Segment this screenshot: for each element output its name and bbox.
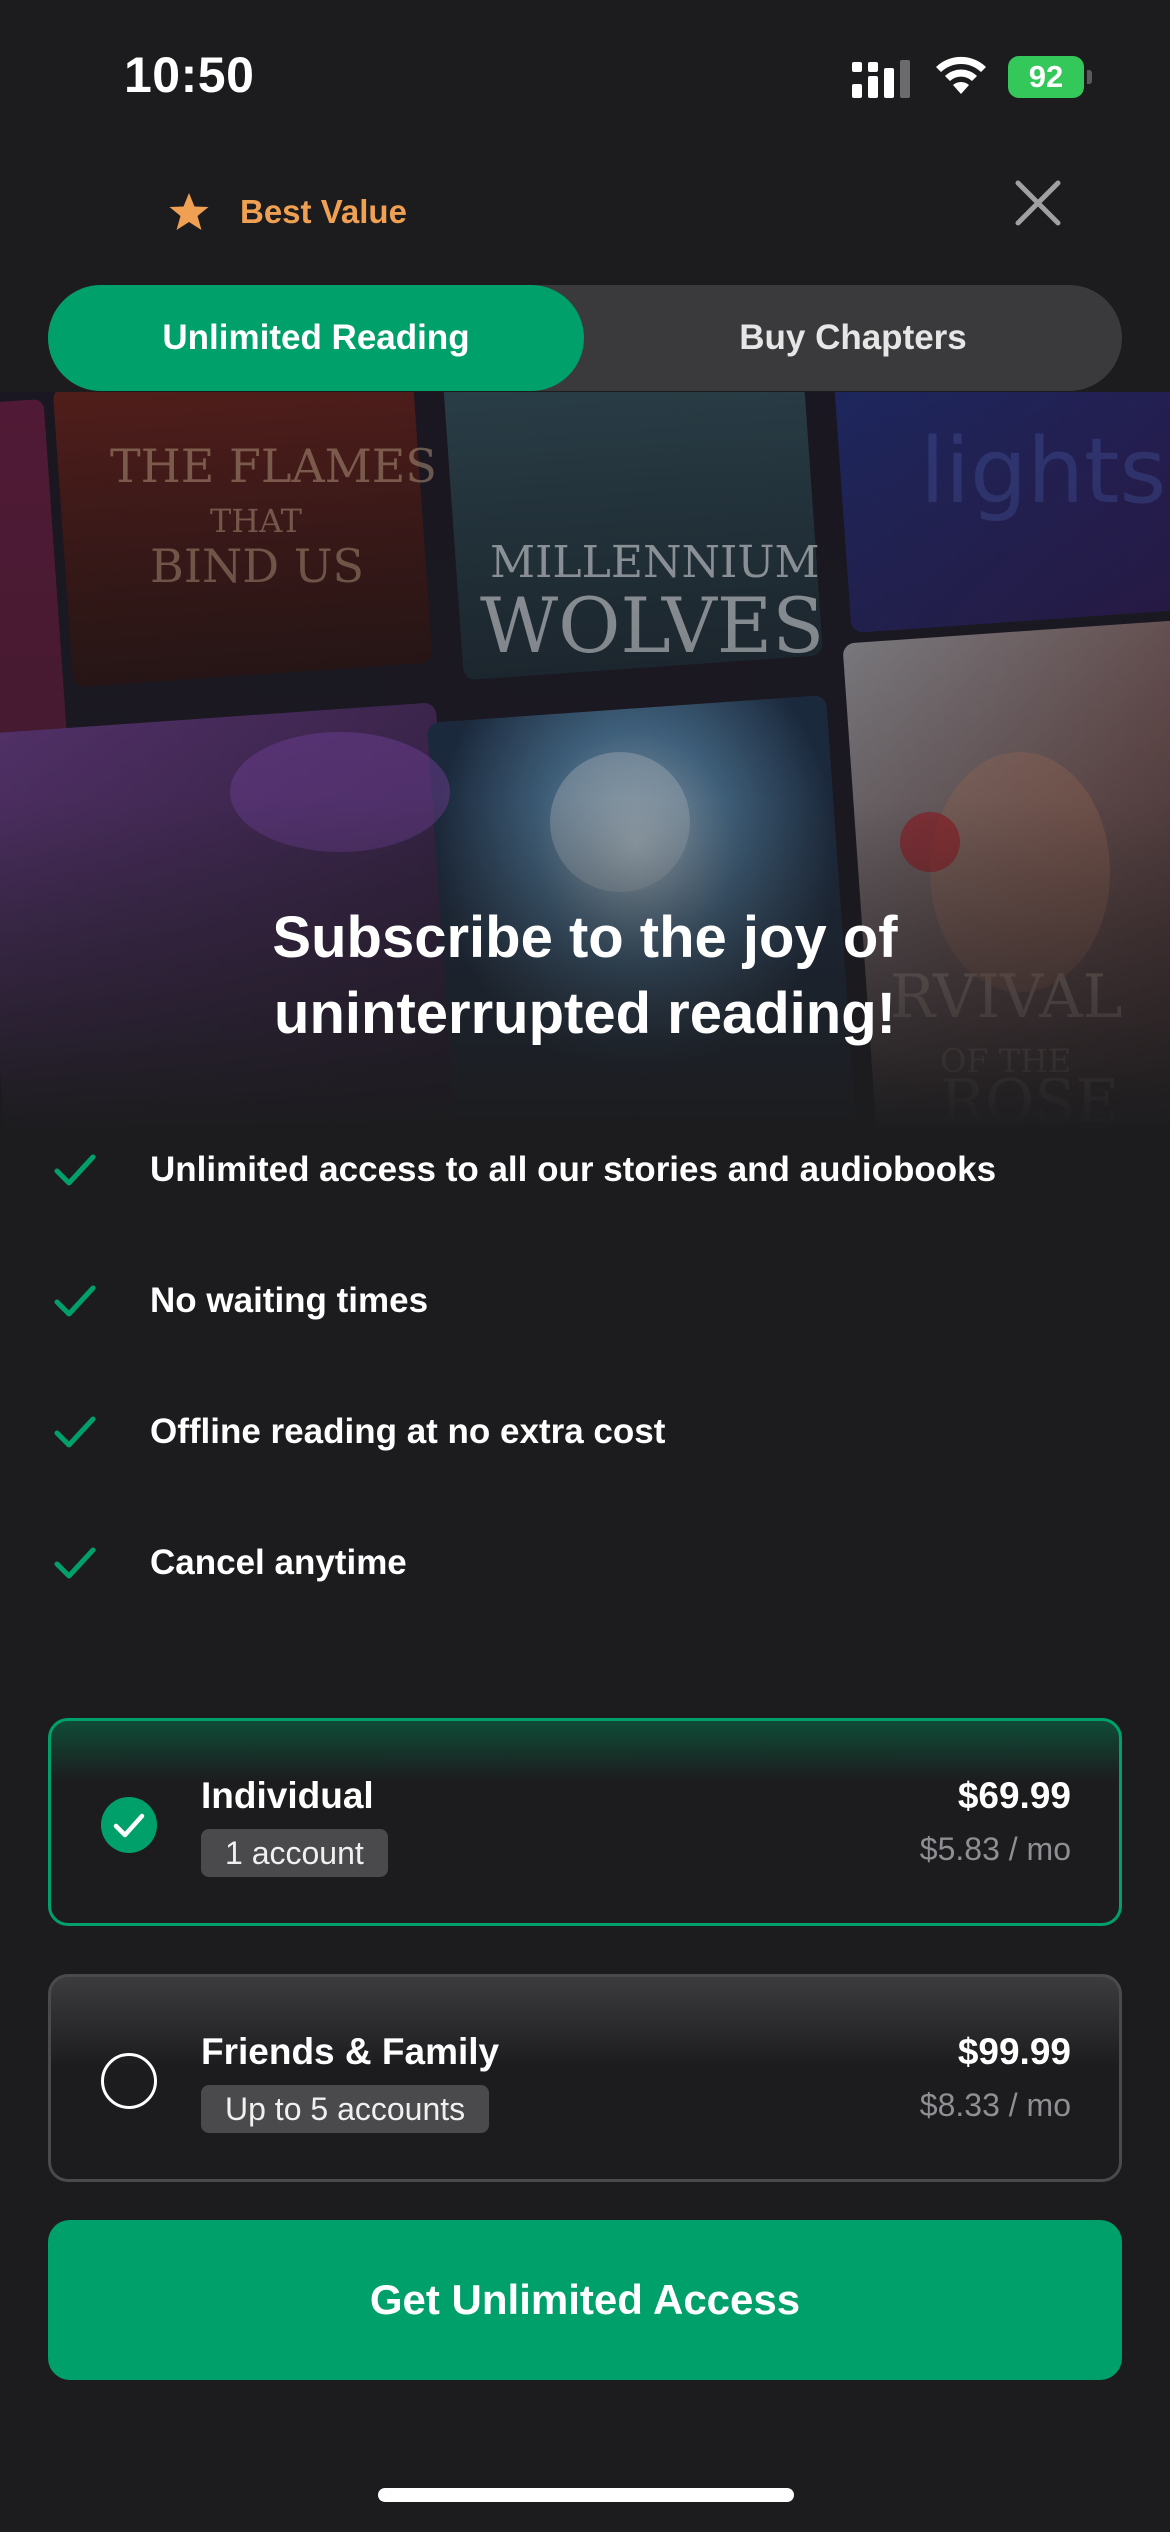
feature-text: Cancel anytime <box>150 1543 407 1582</box>
plan-accounts-badge: Up to 5 accounts <box>201 2085 490 2133</box>
cellular-signal-icon <box>852 60 910 98</box>
star-icon <box>169 193 209 230</box>
plan-option-individual[interactable]: Individual 1 account $69.99 $5.83 / mo <box>48 1718 1122 1926</box>
list-item: No waiting times <box>0 1271 1170 1331</box>
feature-text: No waiting times <box>150 1281 429 1320</box>
radio-selected-icon[interactable] <box>101 1797 157 1853</box>
radio-unselected-icon[interactable] <box>101 2053 157 2109</box>
home-indicator[interactable] <box>378 2488 794 2502</box>
plan-name: Individual <box>201 1775 374 1816</box>
list-item: Offline reading at no extra cost <box>0 1402 1170 1462</box>
status-time: 10:50 <box>124 47 255 103</box>
feature-text: Offline reading at no extra cost <box>150 1412 666 1451</box>
tab-unlimited-reading[interactable]: Unlimited Reading <box>48 285 584 391</box>
hero-title-line-1: Subscribe to the joy of <box>272 905 898 970</box>
list-item: Unlimited access to all our stories and … <box>0 1140 1170 1200</box>
checkmark-icon <box>54 1547 96 1579</box>
battery-percent: 92 <box>1028 59 1064 94</box>
feature-text: Unlimited access to all our stories and … <box>150 1150 997 1189</box>
tab-buy-chapters[interactable]: Buy Chapters <box>584 285 1122 391</box>
best-value-header: Best Value <box>168 188 407 236</box>
hero-title: Subscribe to the joy of uninterrupted re… <box>0 900 1170 1052</box>
plan-accounts-badge: 1 account <box>201 1829 388 1877</box>
best-value-label: Best Value <box>240 193 407 230</box>
hero-title-line-2: uninterrupted reading! <box>274 981 896 1046</box>
get-unlimited-access-button[interactable]: Get Unlimited Access <box>48 2220 1122 2380</box>
checkmark-icon <box>54 1416 96 1448</box>
plan-type-tabs: Unlimited Reading Buy Chapters <box>48 285 1122 391</box>
plan-monthly-price: $8.33 / mo <box>919 2087 1071 2123</box>
battery-nub <box>1087 70 1092 84</box>
subscription-paywall-screen: 10:50 92 Best Value Unlimited Reading Bu… <box>0 0 1170 2532</box>
plan-option-friends-family[interactable]: Friends & Family Up to 5 accounts $99.99… <box>48 1974 1122 2182</box>
checkmark-icon <box>54 1285 96 1317</box>
wifi-icon <box>936 56 986 94</box>
list-item: Cancel anytime <box>0 1533 1170 1593</box>
plan-monthly-price: $5.83 / mo <box>919 1831 1071 1867</box>
checkmark-icon <box>54 1154 96 1186</box>
plan-price: $69.99 <box>957 1775 1071 1816</box>
plan-price: $99.99 <box>957 2031 1071 2072</box>
status-bar: 10:50 92 <box>0 0 1170 150</box>
battery-charging-icon: 92 <box>1008 56 1092 100</box>
plan-name: Friends & Family <box>201 2031 500 2072</box>
close-icon[interactable] <box>1010 175 1066 231</box>
